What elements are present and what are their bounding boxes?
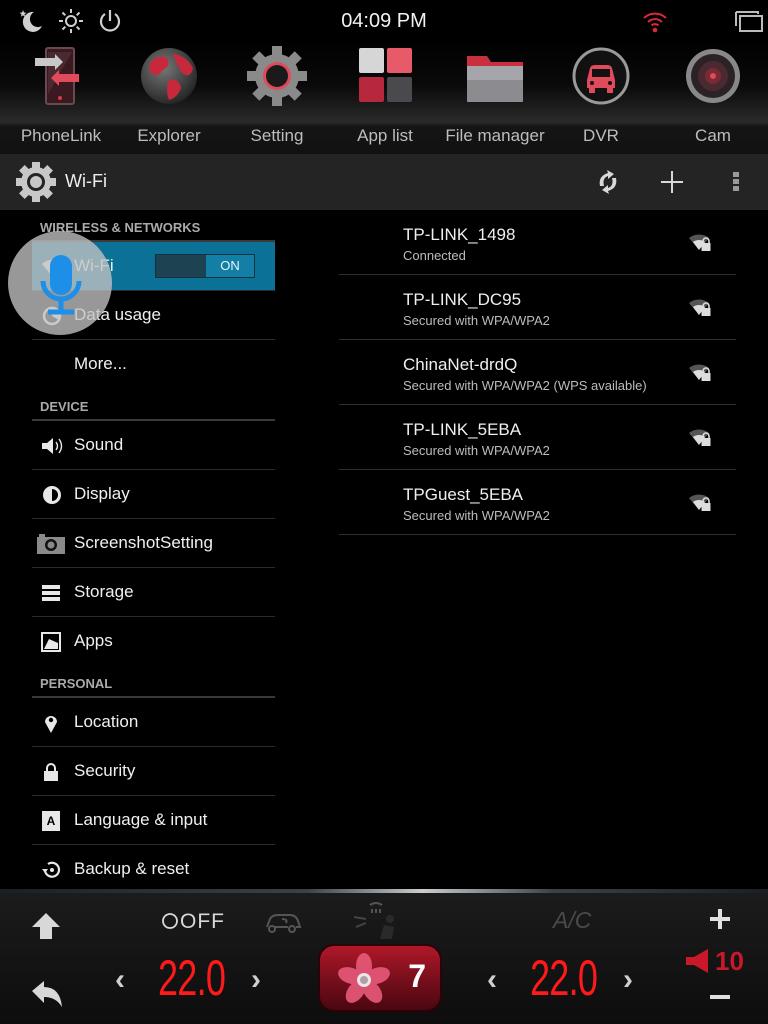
svg-text:A: A — [47, 814, 56, 828]
wifi-network-item[interactable]: TP-LINK_5EBA Secured with WPA/WPA2 — [339, 405, 736, 470]
fan-icon — [338, 953, 390, 1003]
wifi-network-item[interactable]: TPGuest_5EBA Secured with WPA/WPA2 — [339, 470, 736, 535]
fan-speed-button[interactable]: 7 — [318, 944, 442, 1012]
network-status: Secured with WPA/WPA2 — [403, 443, 550, 458]
app-setting[interactable]: Setting — [223, 40, 331, 154]
app-explorer[interactable]: Explorer — [115, 40, 223, 154]
volume-speaker-icon — [686, 949, 708, 973]
wifi-secured-signal-icon — [689, 299, 711, 316]
wifi-network-list: TP-LINK_1498 Connected TP-LINK_DC95 Secured… — [339, 210, 736, 535]
display-brightness-icon — [43, 486, 61, 504]
gear-icon — [245, 44, 309, 108]
air-flow-mode-icon[interactable] — [350, 901, 398, 941]
app-app-list[interactable]: App list — [331, 40, 439, 154]
settings-item-sound[interactable]: Sound — [32, 421, 275, 470]
status-bar: 04:09 PM — [0, 0, 768, 40]
page-title: Wi-Fi — [65, 171, 107, 191]
settings-item-language[interactable]: A Language & input — [32, 796, 275, 845]
recent-apps-icon[interactable] — [734, 8, 764, 34]
language-icon: A — [42, 811, 60, 831]
network-status: Secured with WPA/WPA2 — [403, 508, 550, 523]
storage-icon — [42, 585, 60, 601]
back-icon[interactable] — [30, 979, 66, 1009]
voice-search-button[interactable] — [8, 231, 112, 335]
overflow-menu-button[interactable] — [716, 162, 756, 202]
wifi-secured-signal-icon — [689, 234, 711, 251]
wifi-network-item[interactable]: TP-LINK_DC95 Secured with WPA/WPA2 — [339, 275, 736, 340]
location-pin-icon — [45, 716, 57, 733]
fan-speed-value: 7 — [408, 958, 426, 994]
volume-level: 10 — [715, 946, 744, 976]
settings-item-location[interactable]: Location — [32, 698, 275, 747]
network-name: ChinaNet-drdQ — [403, 355, 518, 374]
right-temp-down-button[interactable]: ‹ — [487, 963, 497, 997]
right-temp-up-button[interactable]: › — [623, 963, 633, 997]
settings-item-screenshot[interactable]: ScreenshotSetting — [32, 519, 275, 568]
camera-lens-icon — [686, 49, 740, 103]
wifi-toggle[interactable]: ON — [155, 254, 255, 278]
app-cam[interactable]: Cam — [659, 40, 767, 154]
climate-control-bar: OFF ‹ 22.0 › 7 A/C ‹ 22.0 › 10 — [0, 889, 768, 1024]
speaker-icon — [42, 438, 63, 454]
network-status: Secured with WPA/WPA2 — [403, 313, 550, 328]
folder-icon — [467, 56, 523, 102]
divider — [0, 889, 768, 893]
add-network-button[interactable] — [652, 162, 692, 202]
microphone-icon — [40, 255, 82, 315]
app-dvr[interactable]: DVR — [547, 40, 655, 154]
network-status: Connected — [403, 248, 466, 263]
app-launcher-bar: PhoneLink Explorer Setting App list File… — [0, 40, 768, 154]
settings-item-storage[interactable]: Storage — [32, 568, 275, 617]
camera-icon — [37, 534, 65, 554]
left-temp-down-button[interactable]: ‹ — [115, 963, 125, 997]
globe-icon — [141, 48, 197, 104]
volume-up-icon[interactable] — [708, 907, 732, 931]
climate-power-toggle[interactable]: OFF — [180, 910, 225, 934]
home-icon[interactable] — [30, 911, 62, 941]
power-off-icon — [162, 913, 178, 929]
settings-item-security[interactable]: Security — [32, 747, 275, 796]
settings-item-apps[interactable]: Apps — [32, 617, 275, 666]
volume-down-icon[interactable] — [708, 993, 732, 1001]
action-bar: Wi-Fi — [0, 154, 768, 210]
wifi-secured-signal-icon — [689, 364, 711, 381]
settings-item-backup[interactable]: Backup & reset — [32, 845, 275, 894]
network-name: TPGuest_5EBA — [403, 485, 524, 504]
overflow-menu-icon — [733, 172, 739, 191]
settings-gear-icon[interactable] — [14, 160, 58, 204]
phonelink-icon — [35, 47, 79, 105]
ac-toggle[interactable]: A/C — [553, 907, 591, 934]
add-network-icon — [661, 171, 683, 193]
wifi-secured-signal-icon — [689, 429, 711, 446]
right-temperature: 22.0 — [530, 950, 598, 1006]
app-grid-icon — [359, 48, 412, 102]
network-name: TP-LINK_DC95 — [403, 290, 522, 309]
settings-item-more[interactable]: More... — [32, 340, 275, 389]
network-name: TP-LINK_5EBA — [403, 420, 522, 439]
lock-icon — [44, 763, 58, 781]
network-status: Secured with WPA/WPA2 (WPS available) — [403, 378, 647, 393]
app-phonelink[interactable]: PhoneLink — [7, 40, 115, 154]
left-temperature: 22.0 — [158, 950, 226, 1006]
air-recirculation-icon[interactable] — [264, 911, 302, 935]
left-temp-up-button[interactable]: › — [251, 963, 261, 997]
wifi-network-item[interactable]: ChinaNet-drdQ Secured with WPA/WPA2 (WPS … — [339, 340, 736, 405]
wps-button[interactable] — [588, 162, 628, 202]
wifi-secured-signal-icon — [689, 494, 711, 511]
section-header: PERSONAL — [32, 666, 275, 698]
app-file-manager[interactable]: File manager — [441, 40, 549, 154]
backup-icon — [42, 861, 61, 878]
car-icon — [572, 47, 630, 105]
section-header: DEVICE — [32, 389, 275, 421]
network-name: TP-LINK_1498 — [403, 225, 516, 244]
wifi-signal-icon — [643, 12, 667, 33]
wps-refresh-icon — [599, 170, 617, 194]
settings-item-display[interactable]: Display — [32, 470, 275, 519]
apps-icon — [41, 632, 61, 652]
wifi-network-item[interactable]: TP-LINK_1498 Connected — [339, 210, 736, 275]
